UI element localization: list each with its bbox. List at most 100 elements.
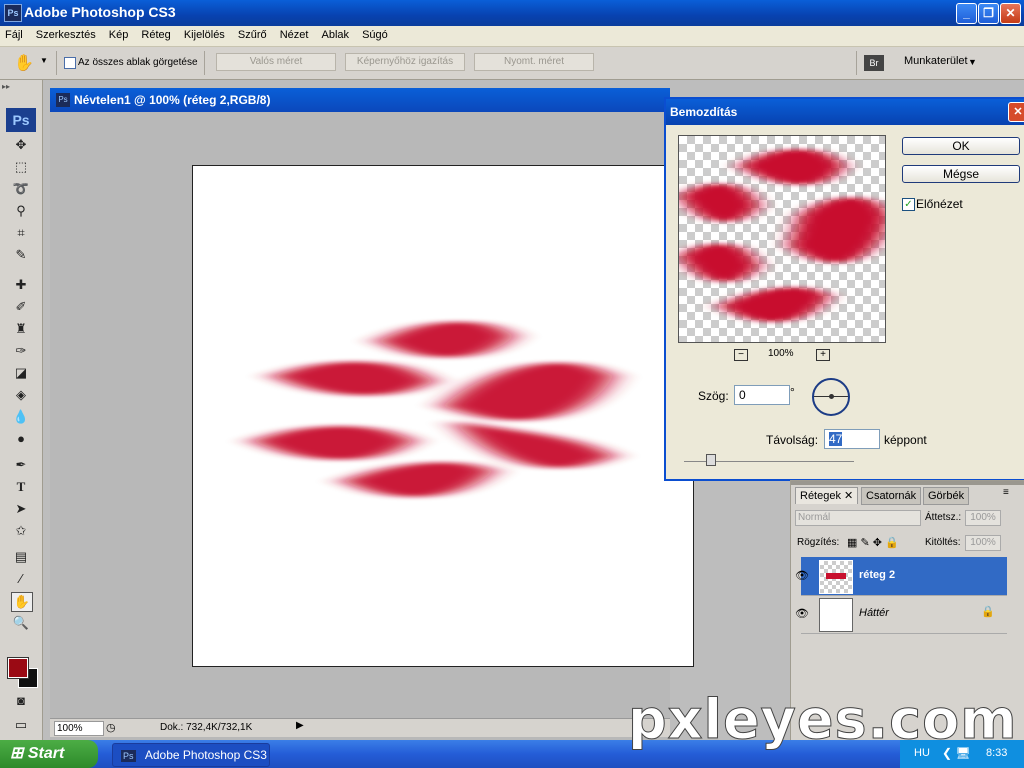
tab-layers-label: Rétegek [800,490,841,502]
magic-wand-icon[interactable]: ⚲ [11,202,31,220]
type-icon[interactable]: T [11,478,31,496]
window-title-bar: Ps Adobe Photoshop CS3 _ ❐ ✕ [0,0,1024,26]
menu-image[interactable]: Kép [104,26,134,44]
lasso-icon[interactable]: ➰ [11,180,31,198]
tab-layers[interactable]: Rétegek ✕ [795,487,859,504]
opacity-label: Áttetsz.: [925,512,962,523]
minimize-button[interactable]: _ [956,3,977,24]
separator [56,51,57,75]
scroll-all-checkbox[interactable] [64,57,76,69]
eyedropper-icon[interactable]: ✎ [11,246,31,264]
menu-layer[interactable]: Réteg [136,26,175,44]
zoom-icon[interactable]: 🔍 [11,614,31,632]
workspace-dropdown-icon[interactable]: ▼ [968,57,977,67]
cancel-button[interactable]: Mégse [902,165,1020,183]
fit-screen-button[interactable]: Képernyőhöz igazítás [345,53,465,71]
ps-logo[interactable]: Ps [6,108,36,132]
separator [856,51,857,75]
watermark: pxleyes.com [627,688,1018,752]
distance-slider-thumb[interactable] [706,454,717,466]
angle-dial[interactable] [812,378,850,416]
motion-blur-artwork [253,321,613,498]
dialog-title: Bemozdítás [670,105,738,119]
move-icon[interactable]: ✥ [11,136,31,154]
tab-close-icon[interactable]: ✕ [844,490,853,502]
menu-filter[interactable]: Szűrő [233,26,272,44]
blend-mode-select[interactable]: Normál [795,510,921,526]
preview-checkbox[interactable]: ✓ [902,198,915,211]
tab-paths[interactable]: Görbék [923,487,970,505]
fill-label: Kitöltés: [925,537,961,548]
menu-edit[interactable]: Szerkesztés [31,26,101,44]
quick-mask-icon[interactable]: ◙ [11,692,31,710]
bridge-icon[interactable]: Br [864,55,884,71]
taskbar-item-photoshop[interactable]: Ps Adobe Photoshop CS3 [112,743,270,767]
zoom-out-button[interactable]: − [734,349,748,361]
eye-icon[interactable]: 👁 [795,607,809,620]
fill-field[interactable]: 100% [965,535,1001,551]
menu-select[interactable]: Kijelölés [179,26,230,44]
photoshop-app-icon: Ps [4,4,22,22]
dialog-title-bar: Bemozdítás ✕ [666,99,1024,125]
options-bar: ✋ ▼ Az összes ablak görgetése Valós mére… [0,47,1024,80]
toolbox: ▸▸ Ps ✥ ⬚ ➰ ⚲ ⌗ ✎ ✚ ✐ ♜ ✑ ◪ ◈ 💧 ● ✒ T ➤ … [0,80,43,740]
preset-dropdown-icon[interactable]: ▼ [40,56,48,65]
hand-icon[interactable]: ✋ [11,592,33,612]
healing-icon[interactable]: ✚ [11,276,31,294]
filter-preview[interactable] [678,135,886,343]
layer-row[interactable]: 👁 Háttér 🔒 [795,595,1007,634]
zoom-field[interactable]: 100% [54,721,104,736]
zoom-in-button[interactable]: + [816,349,830,361]
lock-icon: 🔒 [981,606,995,618]
preview-zoom-label: 100% [768,348,794,359]
menu-view[interactable]: Nézet [275,26,314,44]
menu-help[interactable]: Súgó [357,26,393,44]
crop-icon[interactable]: ⌗ [11,224,31,242]
notes-icon[interactable]: ▤ [11,548,31,566]
document-title: Névtelen1 @ 100% (réteg 2,RGB/8) [74,93,271,107]
start-button[interactable]: ⊞ Start [0,740,98,768]
preview-artwork [679,149,885,323]
history-brush-icon[interactable]: ✑ [11,342,31,360]
dodge-icon[interactable]: ● [11,430,31,448]
separator [204,51,205,75]
opacity-field[interactable]: 100% [965,510,1001,526]
canvas[interactable] [192,165,694,667]
photoshop-task-icon: Ps [121,750,136,762]
lock-icons[interactable]: ▦ ✎ ✥ 🔒 [847,536,899,549]
print-size-button[interactable]: Nyomt. méret [474,53,594,71]
brush-icon[interactable]: ✐ [11,298,31,316]
shape-icon[interactable]: ✩ [11,522,31,540]
marquee-icon[interactable]: ⬚ [11,158,31,176]
layer-name: Háttér [859,607,889,619]
pen-icon[interactable]: ✒ [11,456,31,474]
eye-icon[interactable]: 👁 [795,569,809,582]
menu-file[interactable]: Fájl [0,26,28,44]
eyedropper2-icon[interactable]: ⁄ [11,570,31,588]
close-button[interactable]: ✕ [1000,3,1021,24]
hand-tool-preset-icon[interactable]: ✋ [14,53,34,73]
panel-menu-icon[interactable]: ≡ [1003,487,1009,498]
tab-channels[interactable]: Csatornák [861,487,922,505]
screen-mode-icon[interactable]: ▭ [11,716,31,734]
status-menu-arrow-icon[interactable]: ▶ [296,720,304,731]
distance-unit: képpont [884,433,927,447]
motion-blur-dialog: Bemozdítás ✕ − 100% + OK Mégse ✓ Előnéze… [664,97,1024,481]
blur-icon[interactable]: 💧 [11,408,31,426]
angle-input[interactable]: 0 [734,385,790,405]
path-select-icon[interactable]: ➤ [11,500,31,518]
workspace-label[interactable]: Munkaterület [904,55,968,67]
toolbox-collapse-icon[interactable]: ▸▸ [2,82,10,91]
bucket-icon[interactable]: ◈ [11,386,31,404]
actual-pixels-button[interactable]: Valós méret [216,53,336,71]
foreground-color-swatch[interactable] [7,657,29,679]
eraser-icon[interactable]: ◪ [11,364,31,382]
menu-window[interactable]: Ablak [317,26,355,44]
stamp-icon[interactable]: ♜ [11,320,31,338]
dialog-close-button[interactable]: ✕ [1008,102,1024,122]
start-label: Start [27,745,65,762]
maximize-button[interactable]: ❐ [978,3,999,24]
ok-button[interactable]: OK [902,137,1020,155]
distance-input[interactable]: 47 [824,429,880,449]
layer-row[interactable]: 👁 réteg 2 [795,557,1007,596]
